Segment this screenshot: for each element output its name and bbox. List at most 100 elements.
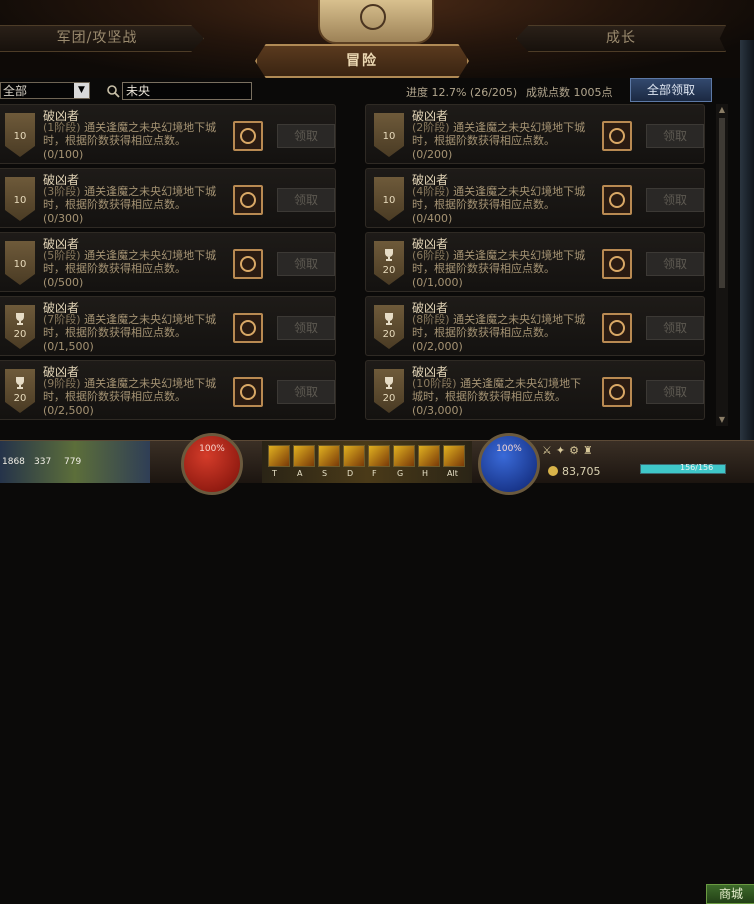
achievement-progress: (0/2,500) <box>43 404 94 417</box>
skill-slot[interactable] <box>443 445 465 467</box>
claim-button[interactable]: 领取 <box>277 380 335 404</box>
badge-points: 20 <box>382 265 396 276</box>
reward-item-icon[interactable] <box>602 185 632 215</box>
hud-stat-1: 1868 <box>2 457 25 467</box>
achievement-progress: (0/300) <box>43 212 84 225</box>
gold-amount: 83,705 <box>562 465 601 478</box>
achievement-description: (5阶段) 通关逢魔之未央幻境地下城时，根据阶数获得相应点数。 <box>43 249 223 275</box>
badge-points: 20 <box>13 329 27 340</box>
hud-stat-2: 337 <box>34 457 52 467</box>
claim-all-button[interactable]: 全部领取 <box>630 78 712 102</box>
category-select[interactable]: 全部 ▼ <box>0 82 90 99</box>
achievement-stage: (7阶段) <box>43 313 81 326</box>
reward-item-icon[interactable] <box>602 313 632 343</box>
achievement-stage: (6阶段) <box>412 249 450 262</box>
reward-item-icon[interactable] <box>233 185 263 215</box>
achievement-point-badge: 10 <box>5 113 35 157</box>
skill-key-label: A <box>297 469 303 478</box>
achievement-progress: (0/1,500) <box>43 340 94 353</box>
achievement-card: 10 破凶者 (1阶段) 通关逢魔之未央幻境地下城时，根据阶数获得相应点数。 (0/1… <box>0 104 336 164</box>
scroll-thumb[interactable] <box>719 118 725 288</box>
progress-text: 进度 12.7% (26/205) <box>406 86 518 99</box>
search-input[interactable]: 未央 <box>122 82 252 100</box>
skill-slot[interactable] <box>318 445 340 467</box>
reward-item-icon[interactable] <box>602 249 632 279</box>
claim-button[interactable]: 领取 <box>277 252 335 276</box>
hp-orb: 100% <box>181 433 243 495</box>
achievement-progress: (0/500) <box>43 276 84 289</box>
achievement-card: 20 破凶者 (6阶段) 通关逢魔之未央幻境地下城时，根据阶数获得相应点数。 (0/1… <box>365 232 705 292</box>
badge-points: 20 <box>382 329 396 340</box>
achievement-progress: (0/1,000) <box>412 276 463 289</box>
hp-percent: 100% <box>199 444 225 454</box>
achievement-point-badge: 20 <box>374 241 404 285</box>
claim-button[interactable]: 领取 <box>646 188 704 212</box>
search-icon <box>107 85 120 98</box>
achievement-stage: (5阶段) <box>43 249 81 262</box>
reward-item-icon[interactable] <box>233 377 263 407</box>
badge-points: 20 <box>13 393 27 404</box>
hud-stat-3: 779 <box>64 457 82 467</box>
background-edge <box>740 40 754 440</box>
shop-button[interactable]: 商城 <box>706 884 754 904</box>
hud-menu-icons[interactable]: ⚔✦⚙♜ <box>542 444 597 457</box>
achievement-card: 10 破凶者 (4阶段) 通关逢魔之未央幻境地下城时，根据阶数获得相应点数。 (0/4… <box>365 168 705 228</box>
skill-key-label: F <box>372 469 377 478</box>
skill-key-label: Alt <box>447 469 458 478</box>
achievement-card: 20 破凶者 (10阶段) 通关逢魔之未央幻境地下城时，根据阶数获得相应点数。 (0/… <box>365 360 705 420</box>
skill-slot[interactable] <box>343 445 365 467</box>
tab-growth[interactable]: 成长 <box>516 25 726 52</box>
skill-slot[interactable] <box>368 445 390 467</box>
claim-button[interactable]: 领取 <box>646 316 704 340</box>
claim-button[interactable]: 领取 <box>277 124 335 148</box>
skill-slot[interactable] <box>268 445 290 467</box>
badge-points: 10 <box>382 131 396 142</box>
achievement-progress: (0/100) <box>43 148 84 161</box>
achievement-points-text: 成就点数 1005点 <box>526 86 613 99</box>
trophy-icon <box>385 313 393 325</box>
claim-button[interactable]: 领取 <box>277 316 335 340</box>
claim-button[interactable]: 领取 <box>646 380 704 404</box>
trophy-icon <box>16 377 24 389</box>
scroll-up-icon[interactable]: ▲ <box>718 106 726 114</box>
reward-item-icon[interactable] <box>233 313 263 343</box>
skill-slot[interactable] <box>418 445 440 467</box>
category-select-value: 全部 <box>3 84 28 98</box>
skill-slot[interactable] <box>293 445 315 467</box>
achievement-description: (3阶段) 通关逢魔之未央幻境地下城时，根据阶数获得相应点数。 <box>43 185 223 211</box>
badge-points: 10 <box>382 195 396 206</box>
tab-legion-siege[interactable]: 军团/攻坚战 <box>0 25 204 52</box>
achievement-stage: (4阶段) <box>412 185 450 198</box>
claim-button[interactable]: 领取 <box>646 124 704 148</box>
achievement-stage: (9阶段) <box>43 377 81 390</box>
tab-adventure[interactable]: 冒险 <box>255 44 469 78</box>
skill-key-label: H <box>422 469 429 478</box>
achievement-progress: (0/400) <box>412 212 453 225</box>
achievement-card: 20 破凶者 (8阶段) 通关逢魔之未央幻境地下城时，根据阶数获得相应点数。 (0/2… <box>365 296 705 356</box>
reward-item-icon[interactable] <box>602 121 632 151</box>
skill-bar: T A S D F G H Alt <box>262 441 472 483</box>
mp-orb: 100% <box>478 433 540 495</box>
achievement-card: 10 破凶者 (3阶段) 通关逢魔之未央幻境地下城时，根据阶数获得相应点数。 (0/3… <box>0 168 336 228</box>
scroll-emblem-icon <box>318 0 434 44</box>
achievement-stage: (2阶段) <box>412 121 450 134</box>
dropdown-arrow-icon[interactable]: ▼ <box>74 83 89 98</box>
claim-button[interactable]: 领取 <box>646 252 704 276</box>
badge-points: 10 <box>13 195 27 206</box>
achievement-point-badge: 20 <box>5 369 35 413</box>
achievement-description: (6阶段) 通关逢魔之未央幻境地下城时，根据阶数获得相应点数。 <box>412 249 592 275</box>
reward-item-icon[interactable] <box>233 249 263 279</box>
reward-item-icon[interactable] <box>233 121 263 151</box>
achievement-stage: (1阶段) <box>43 121 81 134</box>
achievement-description: (8阶段) 通关逢魔之未央幻境地下城时，根据阶数获得相应点数。 <box>412 313 592 339</box>
achievement-progress: (0/2,000) <box>412 340 463 353</box>
claim-button[interactable]: 领取 <box>277 188 335 212</box>
reward-item-icon[interactable] <box>602 377 632 407</box>
skill-slot[interactable] <box>393 445 415 467</box>
list-scrollbar[interactable]: ▲ ▼ <box>716 104 728 426</box>
achievement-card: 10 破凶者 (2阶段) 通关逢魔之未央幻境地下城时，根据阶数获得相应点数。 (0/2… <box>365 104 705 164</box>
achievement-description: (9阶段) 通关逢魔之未央幻境地下城时，根据阶数获得相应点数。 <box>43 377 223 403</box>
gold-coin-icon <box>548 466 558 476</box>
scroll-down-icon[interactable]: ▼ <box>718 416 726 424</box>
achievement-progress: (0/3,000) <box>412 404 463 417</box>
